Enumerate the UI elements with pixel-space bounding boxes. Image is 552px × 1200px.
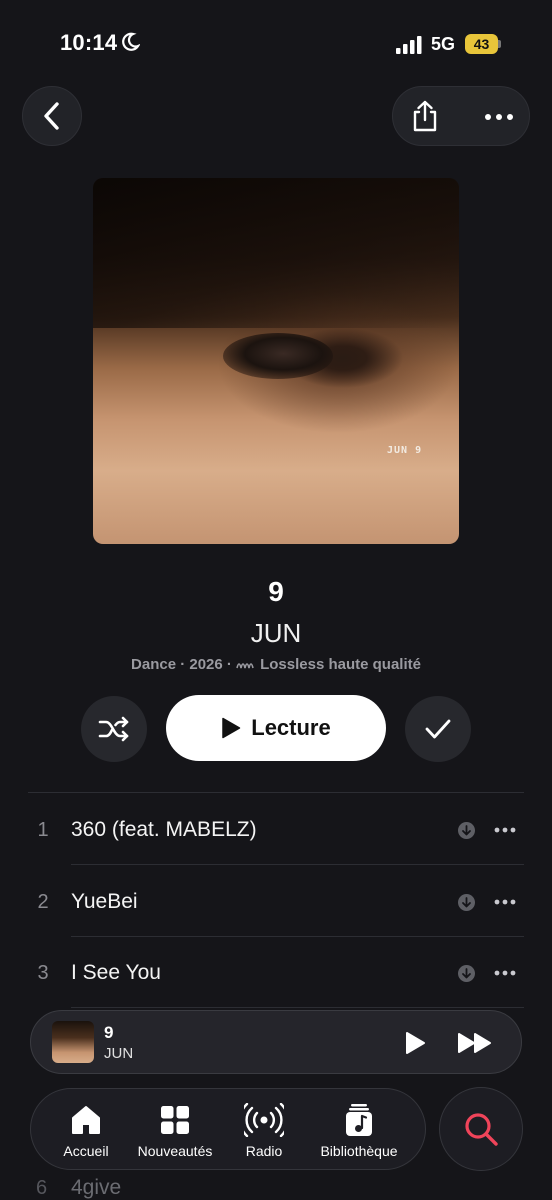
more-icon[interactable] (494, 827, 516, 833)
tab-home[interactable]: Accueil (49, 1089, 123, 1171)
cover-hair-shadow (93, 178, 459, 328)
track-title: 360 (feat. MABELZ) (71, 818, 257, 841)
download-icon[interactable] (458, 965, 475, 982)
chevron-left-icon (44, 102, 59, 130)
track-title[interactable]: 4give (71, 1176, 121, 1200)
checkmark-icon (425, 719, 451, 739)
tab-bar: Accueil Nouveautés Radio Bibliothèque (30, 1088, 426, 1170)
mini-player-artwork (52, 1021, 94, 1063)
mini-player-artist: JUN (104, 1045, 134, 1062)
library-icon (346, 1104, 372, 1136)
track-title: I See You (71, 961, 161, 984)
track-row[interactable]: 1 360 (feat. MABELZ) (0, 793, 552, 865)
mini-player[interactable]: 9 JUN (30, 1010, 522, 1074)
search-icon (465, 1113, 498, 1146)
tab-label: Bibliothèque (320, 1143, 398, 1159)
play-label: Lecture (251, 715, 331, 740)
shuffle-button[interactable] (81, 696, 147, 762)
tab-label: Accueil (63, 1143, 109, 1159)
tab-new[interactable]: Nouveautés (129, 1089, 221, 1171)
network-type: 5G (431, 34, 456, 54)
signal-icon (396, 36, 422, 54)
track-row[interactable]: 3 I See You (0, 936, 552, 1008)
track-number: 6 (36, 1177, 48, 1199)
cover-text: JUN 9 (387, 445, 423, 456)
fast-forward-icon[interactable] (457, 1032, 493, 1054)
battery-level: 43 (465, 34, 498, 54)
album-genre-year: Dance · 2026 · (131, 656, 232, 673)
album-meta: Dance · 2026 · Lossless haute qualité (0, 656, 552, 673)
search-button[interactable] (439, 1087, 523, 1171)
track-number: 2 (37, 891, 49, 913)
radio-icon (244, 1103, 284, 1137)
grid-icon (161, 1106, 189, 1134)
cover-eye (223, 333, 333, 379)
track-title: YueBei (71, 890, 138, 913)
tab-radio[interactable]: Radio (231, 1089, 297, 1171)
download-icon[interactable] (458, 894, 475, 911)
play-icon[interactable] (404, 1031, 426, 1055)
shuffle-icon (98, 716, 129, 742)
header-actions (392, 86, 530, 146)
tab-label: Nouveautés (137, 1143, 213, 1159)
album-cover: JUN 9 (93, 178, 459, 544)
more-icon[interactable] (494, 970, 516, 976)
battery-icon: 43 (465, 34, 501, 54)
more-icon[interactable] (494, 899, 516, 905)
row-divider (71, 1007, 524, 1008)
share-icon[interactable] (409, 99, 441, 133)
back-button[interactable] (22, 86, 82, 146)
tab-library[interactable]: Bibliothèque (311, 1089, 407, 1171)
play-button[interactable]: Lecture (166, 695, 386, 761)
lossless-icon (236, 663, 254, 669)
more-icon[interactable] (485, 114, 513, 120)
download-icon[interactable] (458, 822, 475, 839)
home-icon (72, 1106, 100, 1134)
battery-tip (498, 40, 501, 48)
track-number: 1 (37, 819, 49, 841)
moon-icon (122, 32, 140, 51)
in-library-button[interactable] (405, 696, 471, 762)
track-row[interactable]: 2 YueBei (0, 865, 552, 937)
track-number: 3 (37, 962, 49, 984)
status-time: 10:14 (60, 30, 118, 55)
album-title: 9 (268, 576, 284, 607)
mini-player-title: 9 (104, 1023, 114, 1042)
tab-label: Radio (245, 1143, 283, 1159)
album-artist[interactable]: JUN (0, 618, 552, 649)
play-icon (222, 717, 241, 739)
album-quality: Lossless haute qualité (260, 656, 421, 673)
